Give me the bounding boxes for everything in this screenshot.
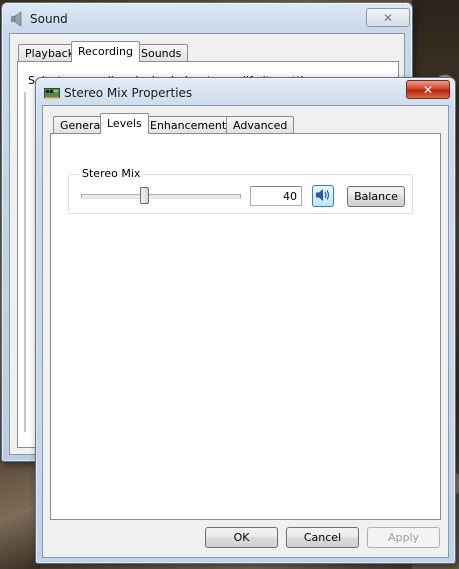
properties-window-title: Stereo Mix Properties [64,86,193,100]
apply-button[interactable]: Apply [367,527,440,548]
level-slider-track[interactable] [81,194,241,199]
speaker-icon [10,11,24,30]
apply-label: Apply [387,531,420,544]
tab-advanced[interactable]: Advanced [226,116,295,134]
properties-client-area: General Levels Enhancements Advanced Ste… [42,105,449,558]
tab-recording[interactable]: Recording [71,41,141,62]
balance-label: Balance [354,190,398,203]
sound-close-button[interactable]: ✕ [366,8,410,27]
close-icon: ✕ [382,10,394,25]
cancel-button[interactable]: Cancel [286,527,359,548]
cancel-label: Cancel [303,531,342,544]
balance-button[interactable]: Balance [347,186,405,207]
ok-button[interactable]: OK [205,527,278,548]
desktop-wallpaper-left [0,458,40,569]
levels-tab-panel: Stereo Mix 40 Balance [50,133,441,520]
level-value-field[interactable]: 40 [250,186,302,206]
tab-enhancements[interactable]: Enhancements [143,116,239,134]
tab-levels[interactable]: Levels [100,113,149,134]
speaker-volume-icon [315,188,331,205]
ok-label: OK [233,531,250,544]
close-icon: ✕ [422,82,434,97]
stereo-mix-group-label: Stereo Mix [79,167,144,180]
stereo-mix-properties-window: Stereo Mix Properties ✕ General Levels E… [35,77,456,564]
level-slider-thumb[interactable] [140,187,150,204]
tab-sounds[interactable]: Sounds [134,44,189,62]
mute-toggle-button[interactable] [312,185,334,207]
sound-card-icon [44,87,60,102]
properties-close-button[interactable]: ✕ [406,80,450,99]
sound-window-title: Sound [30,12,68,26]
device-list-border [24,92,26,432]
